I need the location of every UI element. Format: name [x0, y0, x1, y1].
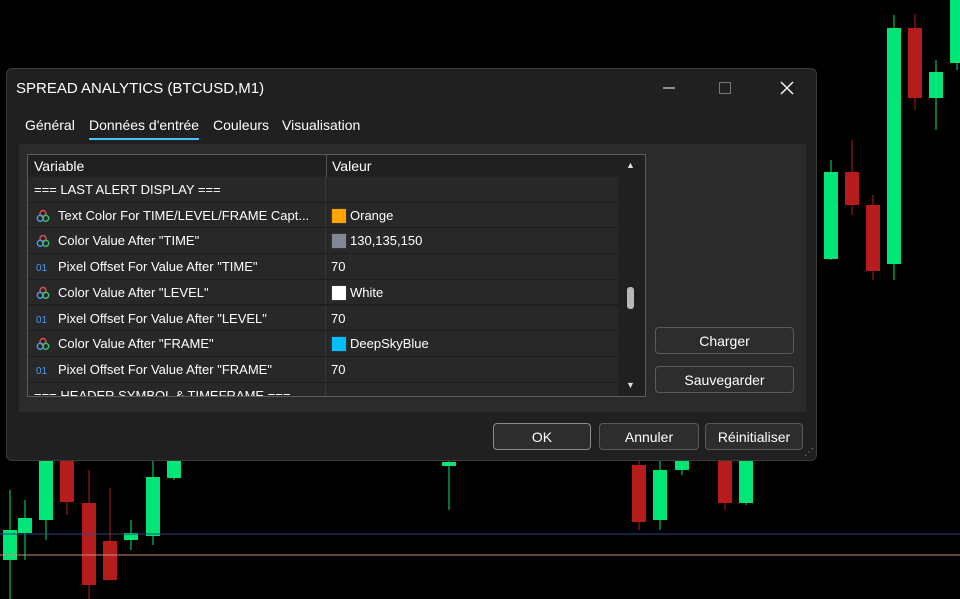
- integer-param-icon: 01: [36, 366, 48, 377]
- integer-param-icon: 01: [36, 263, 48, 274]
- candle-body: [824, 172, 838, 259]
- table-row[interactable]: Color Value After "FRAME" DeepSkyBlue: [28, 331, 618, 357]
- row-value[interactable]: Orange: [350, 208, 393, 223]
- color-swatch: [331, 207, 347, 224]
- title-bar[interactable]: SPREAD ANALYTICS (BTCUSD,M1): [7, 69, 816, 107]
- color-swatch: [331, 233, 347, 250]
- candle-body: [929, 72, 943, 98]
- candle-body: [82, 503, 96, 585]
- integer-param-icon: 01: [36, 315, 48, 326]
- parameters-grid: Variable Valeur === LAST ALERT DISPLAY =…: [27, 154, 646, 397]
- resize-grip-icon[interactable]: ⋰: [804, 447, 814, 458]
- candle-body: [950, 0, 960, 63]
- candle-body: [146, 477, 160, 536]
- table-row[interactable]: === LAST ALERT DISPLAY ===: [28, 177, 618, 203]
- row-label: Color Value After "LEVEL": [58, 284, 209, 300]
- candle-body: [167, 460, 181, 478]
- row-label: Pixel Offset For Value After "FRAME": [58, 361, 272, 377]
- candle-body: [632, 465, 646, 522]
- row-value[interactable]: White: [350, 285, 383, 300]
- close-button[interactable]: [757, 69, 817, 107]
- column-header-variable[interactable]: Variable: [34, 158, 84, 174]
- grid-header: Variable Valeur: [28, 155, 618, 178]
- vertical-scrollbar[interactable]: ▲ ▼: [619, 155, 643, 396]
- color-swatch: [331, 284, 347, 301]
- candle-body: [718, 458, 732, 503]
- scroll-up-icon[interactable]: ▲: [626, 160, 635, 170]
- row-value[interactable]: 70: [331, 259, 345, 274]
- window-title: SPREAD ANALYTICS (BTCUSD,M1): [16, 80, 265, 97]
- candle-body: [442, 462, 456, 466]
- candle-body: [739, 458, 753, 503]
- tab-input-data[interactable]: Données d'entrée: [89, 117, 200, 140]
- row-value[interactable]: 70: [331, 311, 345, 326]
- color-param-icon: [36, 235, 50, 248]
- minimize-icon: [663, 87, 675, 89]
- row-value[interactable]: DeepSkyBlue: [350, 336, 429, 351]
- row-label: Text Color For TIME/LEVEL/FRAME Capt...: [58, 207, 310, 223]
- svg-text:01: 01: [36, 315, 48, 326]
- cancel-button[interactable]: Annuler: [599, 423, 699, 450]
- row-label: === HEADER SYMBOL & TIMEFRAME ===: [34, 387, 291, 397]
- column-separator[interactable]: [326, 155, 327, 177]
- load-button[interactable]: Charger: [655, 327, 794, 354]
- column-header-value[interactable]: Valeur: [332, 158, 371, 174]
- svg-text:01: 01: [36, 263, 48, 274]
- scroll-down-icon[interactable]: ▼: [626, 380, 635, 390]
- row-value[interactable]: 70: [331, 362, 345, 377]
- candle-body: [845, 172, 859, 205]
- maximize-button[interactable]: [695, 69, 755, 107]
- tab-general[interactable]: Général: [25, 117, 75, 133]
- candle-body: [653, 470, 667, 520]
- minimize-button[interactable]: [639, 69, 699, 107]
- row-label: Color Value After "FRAME": [58, 336, 214, 352]
- color-param-icon: [36, 286, 50, 299]
- color-param-icon: [36, 209, 50, 222]
- table-row[interactable]: 01 Pixel Offset For Value After "FRAME" …: [28, 356, 618, 383]
- svg-text:01: 01: [36, 366, 48, 377]
- candle-body: [908, 28, 922, 98]
- color-param-icon: [36, 337, 50, 351]
- table-row[interactable]: Text Color For TIME/LEVEL/FRAME Capt... …: [28, 202, 618, 229]
- table-row[interactable]: 01 Pixel Offset For Value After "LEVEL" …: [28, 305, 618, 332]
- settings-dialog: SPREAD ANALYTICS (BTCUSD,M1) Général Don…: [6, 68, 817, 461]
- table-row[interactable]: Color Value After "TIME" 130,135,150: [28, 228, 618, 255]
- candle-body: [18, 518, 32, 533]
- candle-body: [866, 205, 880, 271]
- color-swatch: [331, 336, 347, 353]
- tab-visualisation[interactable]: Visualisation: [282, 117, 360, 133]
- candle-body: [60, 460, 74, 502]
- maximize-icon: [719, 82, 731, 94]
- row-label: Pixel Offset For Value After "TIME": [58, 259, 258, 275]
- ok-button[interactable]: OK: [493, 423, 591, 450]
- table-row[interactable]: === HEADER SYMBOL & TIMEFRAME ===: [28, 382, 618, 397]
- tab-colors[interactable]: Couleurs: [213, 117, 269, 133]
- save-button[interactable]: Sauvegarder: [655, 366, 794, 393]
- candle-body: [887, 28, 901, 264]
- row-value[interactable]: 130,135,150: [350, 233, 422, 248]
- scroll-thumb[interactable]: [627, 287, 634, 309]
- row-label: === LAST ALERT DISPLAY ===: [34, 182, 221, 197]
- reset-button[interactable]: Réinitialiser: [705, 423, 803, 450]
- row-label: Color Value After "TIME": [58, 233, 200, 249]
- close-icon: [780, 81, 794, 95]
- row-label: Pixel Offset For Value After "LEVEL": [58, 310, 267, 326]
- table-row[interactable]: 01 Pixel Offset For Value After "TIME" 7…: [28, 254, 618, 280]
- candle-body: [39, 460, 53, 520]
- candle-body: [103, 541, 117, 580]
- table-row[interactable]: Color Value After "LEVEL" White: [28, 279, 618, 306]
